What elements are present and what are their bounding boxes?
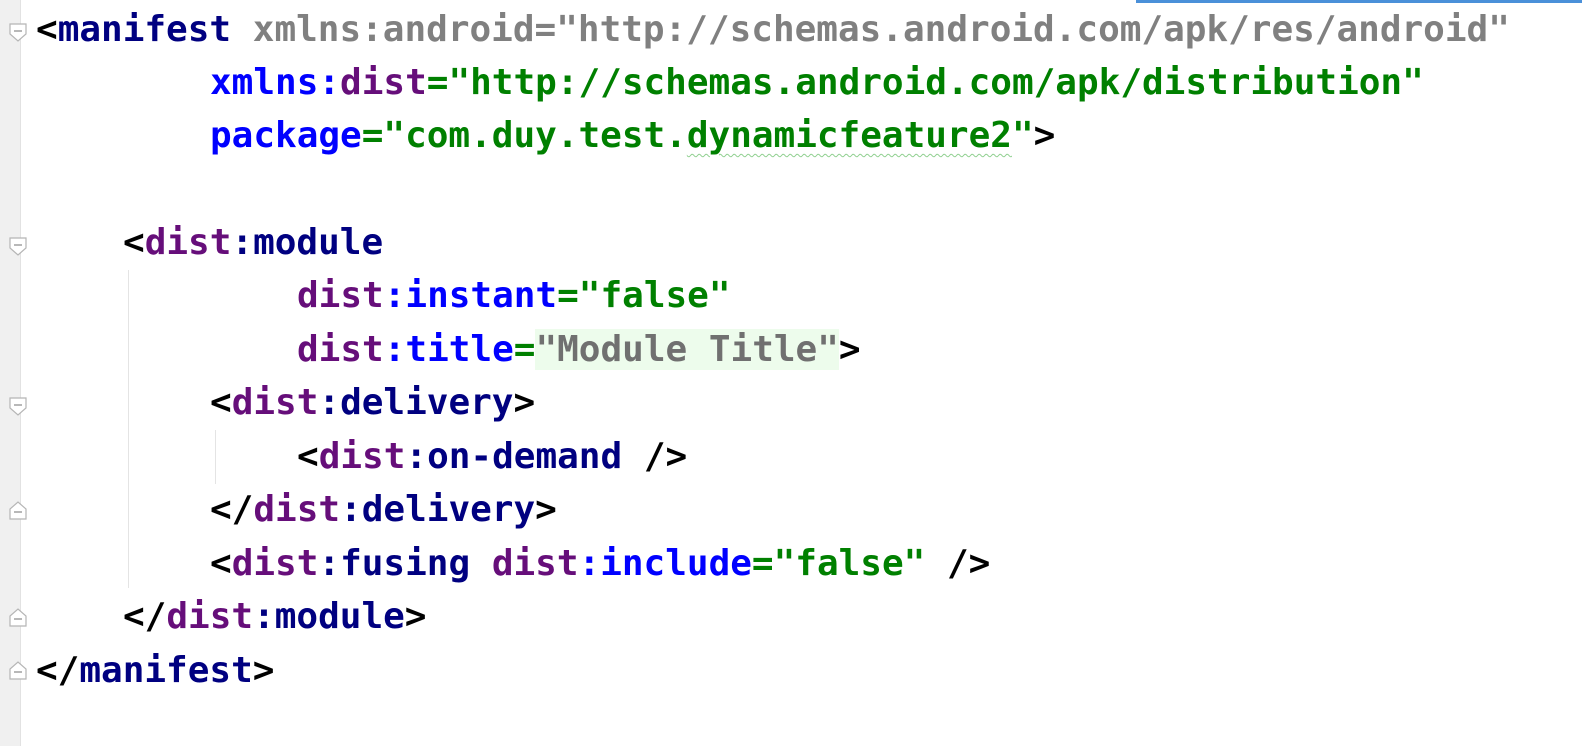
token-attr: title (405, 329, 514, 370)
token-eq: = (361, 115, 384, 156)
token-bracket: </ (123, 596, 167, 637)
token-bracket: < (36, 9, 58, 50)
token-attr: xmlns: (210, 62, 341, 103)
token-bracket: > (838, 329, 861, 370)
indent-guide (215, 430, 216, 484)
token-bracket: /> (622, 436, 688, 477)
token-eq: = (534, 9, 557, 50)
token-tag: module (274, 596, 405, 637)
token-unused-value: "http://schemas.android.com/apk/res/andr… (556, 9, 1510, 50)
fold-open-icon[interactable] (7, 21, 29, 43)
token-attr: include (600, 543, 752, 584)
token-eq: = (426, 62, 449, 103)
code-line-6: dist:instant="false" (297, 269, 731, 322)
code-line-9: <dist:on-demand /> (297, 430, 687, 483)
token-namespace: dist (297, 275, 384, 316)
token-colon: : (253, 596, 275, 637)
code-line-12: </dist:module> (123, 590, 426, 643)
token-colon: : (340, 489, 362, 530)
token-tag: fusing (340, 543, 471, 584)
token-eq: = (751, 543, 774, 584)
token-colon: : (578, 543, 601, 584)
token-namespace: dist (253, 489, 341, 530)
fold-close-icon[interactable] (7, 500, 29, 522)
token-value: "http://schemas.android.com/apk/distribu… (448, 62, 1424, 103)
token-bracket: </ (36, 650, 80, 691)
code-line-1: <manifest xmlns:android="http://schemas.… (36, 3, 1510, 56)
token-namespace: dist (166, 596, 254, 637)
token-value: "com.duy.test. (383, 115, 687, 156)
fold-close-icon[interactable] (7, 660, 29, 682)
token-bracket: < (297, 436, 319, 477)
token-tag: on-demand (427, 436, 623, 477)
token-tag: manifest (79, 650, 253, 691)
token-colon: : (318, 543, 341, 584)
token-bracket: < (123, 222, 145, 263)
token-colon: : (383, 275, 406, 316)
token-unused-attr: xmlns:android (252, 9, 535, 50)
token-bracket: > (252, 650, 275, 691)
token-attr: package (210, 115, 362, 156)
token-bracket: < (210, 382, 232, 423)
token-attr: instant (405, 275, 558, 316)
code-line-3: package="com.duy.test.dynamicfeature2"> (210, 109, 1055, 162)
token-value-typo: dynamicfeature2 (686, 115, 1012, 156)
token-bracket: > (1033, 115, 1056, 156)
token-namespace: dist (231, 543, 319, 584)
token-namespace: dist (340, 62, 427, 103)
token-colon: : (231, 222, 254, 263)
code-line-8: <dist:delivery> (210, 376, 535, 429)
token-namespace: dist (318, 436, 406, 477)
indent-guide (128, 270, 129, 588)
token-namespace: dist (144, 222, 232, 263)
token-bracket: > (535, 489, 557, 530)
token-value: "false" (773, 543, 926, 584)
token-bracket: > (404, 596, 427, 637)
token-bracket: > (513, 382, 536, 423)
token-colon: : (405, 436, 428, 477)
code-editor[interactable]: <manifest xmlns:android="http://schemas.… (0, 0, 1582, 746)
code-line-2: xmlns:dist="http://schemas.android.com/a… (210, 56, 1424, 109)
token-colon: : (318, 382, 341, 423)
fold-close-icon[interactable] (7, 607, 29, 629)
token-tag: module (253, 222, 384, 263)
code-line-10: </dist:delivery> (210, 483, 557, 536)
token-bracket: /> (925, 543, 991, 584)
token-eq: = (557, 275, 579, 316)
token-namespace: dist (297, 329, 384, 370)
token-eq: = (513, 329, 536, 370)
code-line-11: <dist:fusing dist:include="false" /> (210, 537, 990, 590)
fold-open-icon[interactable] (7, 395, 29, 417)
code-line-13: </manifest> (36, 644, 274, 697)
code-line-5: <dist:module (123, 216, 383, 269)
token-tag: delivery (361, 489, 536, 530)
token-tag: manifest (57, 9, 232, 50)
token-tag: delivery (340, 382, 514, 423)
token-bracket: < (210, 543, 232, 584)
token-namespace: dist (491, 543, 579, 584)
token-namespace: dist (231, 382, 319, 423)
token-value: " (1011, 115, 1034, 156)
token-value: "false" (578, 275, 731, 316)
token-value-highlighted: "Module Title" (535, 329, 839, 370)
editor-gutter (0, 0, 21, 746)
token-bracket: </ (210, 489, 254, 530)
fold-open-icon[interactable] (7, 235, 29, 257)
token-colon: : (383, 329, 406, 370)
code-line-7: dist:title="Module Title"> (297, 323, 861, 376)
